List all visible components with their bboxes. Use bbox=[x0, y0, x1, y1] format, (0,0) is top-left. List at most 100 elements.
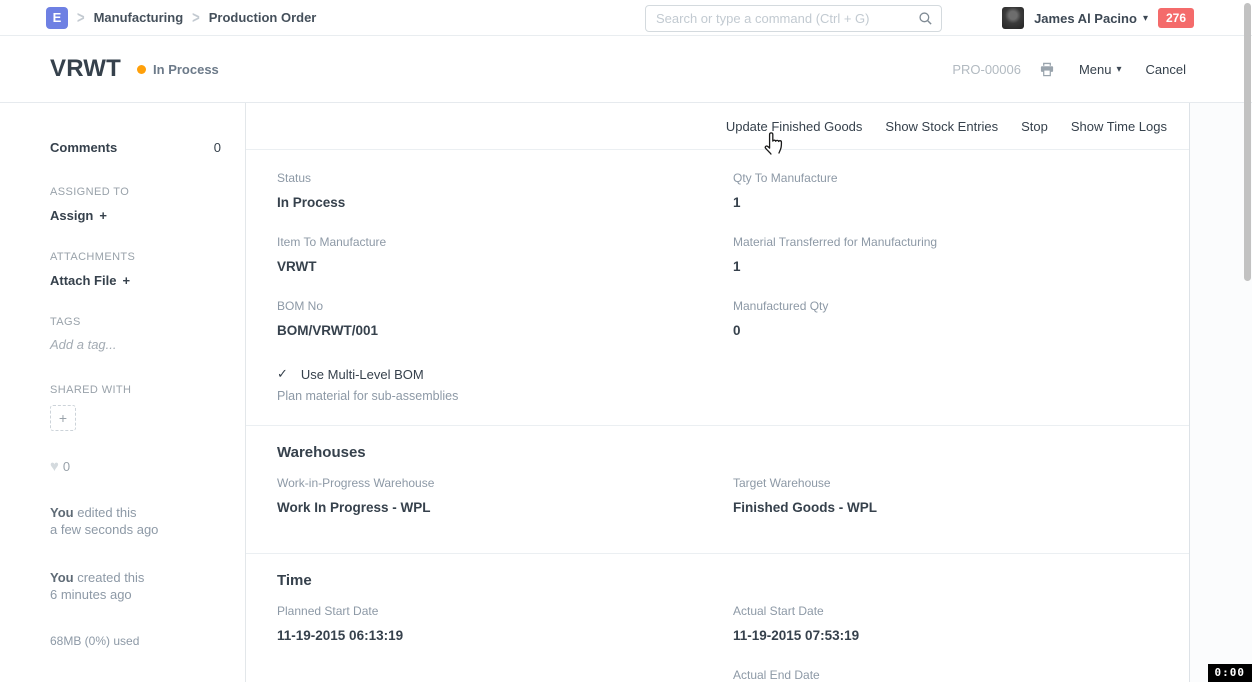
field-use-multi-level-bom: ✓ Use Multi-Level BOM Plan material for … bbox=[277, 366, 733, 425]
field-label: Work-in-Progress Warehouse bbox=[277, 475, 733, 492]
field-value: Work In Progress - WPL bbox=[277, 498, 733, 517]
stop-button[interactable]: Stop bbox=[1021, 119, 1048, 134]
field-label: Planned Start Date bbox=[277, 603, 733, 620]
created-note: You created this 6 minutes ago bbox=[50, 569, 221, 603]
field-value: VRWT bbox=[277, 257, 733, 276]
edited-note: You edited this a few seconds ago bbox=[50, 504, 221, 538]
status-dot-icon bbox=[137, 65, 146, 74]
field-label: Material Transferred for Manufacturing bbox=[733, 234, 1174, 251]
field-value: 11-19-2015 07:53:19 bbox=[733, 626, 1174, 645]
section-main: Status In Process Qty To Manufacture 1 I… bbox=[246, 150, 1189, 425]
vertical-scrollbar[interactable] bbox=[1244, 3, 1251, 281]
field-value: 0 bbox=[733, 321, 1174, 340]
form-actions: Update Finished Goods Show Stock Entries… bbox=[246, 103, 1189, 150]
breadcrumb-production-order[interactable]: Production Order bbox=[209, 10, 317, 25]
field-label: Actual Start Date bbox=[733, 603, 1174, 620]
breadcrumb-chevron-icon: > bbox=[77, 8, 85, 27]
notifications-badge[interactable]: 276 bbox=[1158, 8, 1194, 28]
tags-heading: TAGS bbox=[50, 316, 221, 328]
show-time-logs-button[interactable]: Show Time Logs bbox=[1071, 119, 1167, 134]
update-finished-goods-button[interactable]: Update Finished Goods bbox=[726, 119, 863, 134]
checkmark-icon: ✓ bbox=[277, 366, 288, 382]
field-value: BOM/VRWT/001 bbox=[277, 321, 733, 340]
navbar-user-area: James Al Pacino ▾ 276 bbox=[1002, 0, 1194, 36]
field-actual-end-date: Actual End Date bbox=[733, 667, 1174, 682]
created-when: 6 minutes ago bbox=[50, 587, 132, 602]
status-badge: In Process bbox=[137, 62, 219, 77]
attachments-heading: ATTACHMENTS bbox=[50, 251, 221, 263]
status-text: In Process bbox=[153, 62, 219, 77]
production-order-screen: E > Manufacturing > Production Order Jam… bbox=[0, 0, 1252, 682]
breadcrumb-manufacturing[interactable]: Manufacturing bbox=[94, 10, 184, 25]
field-value: Finished Goods - WPL bbox=[733, 498, 1174, 517]
assign-button[interactable]: Assign+ bbox=[50, 208, 107, 223]
search-input[interactable] bbox=[645, 5, 942, 32]
multi-level-bom-checkbox[interactable]: ✓ Use Multi-Level BOM bbox=[277, 366, 733, 382]
field-manufactured-qty: Manufactured Qty 0 bbox=[733, 298, 1174, 340]
field-value: 11-19-2015 06:13:19 bbox=[277, 626, 733, 645]
page-title: VRWT bbox=[50, 55, 121, 83]
field-planned-start-date: Planned Start Date 11-19-2015 06:13:19 bbox=[277, 603, 733, 682]
time-heading: Time bbox=[277, 572, 1174, 589]
app-logo[interactable]: E bbox=[46, 7, 68, 29]
field-label: Manufactured Qty bbox=[733, 298, 1174, 315]
like-button[interactable]: ♥ 0 bbox=[50, 458, 221, 475]
cancel-button[interactable]: Cancel bbox=[1146, 62, 1186, 77]
print-icon[interactable] bbox=[1039, 62, 1055, 77]
menu-button[interactable]: Menu ▾ bbox=[1079, 62, 1122, 77]
caret-down-icon: ▾ bbox=[1117, 64, 1122, 75]
plus-icon: + bbox=[99, 208, 107, 223]
add-tag-input[interactable]: Add a tag... bbox=[50, 337, 221, 352]
section-warehouses: Warehouses Work-in-Progress Warehouse Wo… bbox=[246, 425, 1189, 553]
plus-icon: + bbox=[122, 273, 130, 288]
menu-button-label: Menu bbox=[1079, 62, 1112, 77]
top-navbar: E > Manufacturing > Production Order Jam… bbox=[0, 0, 1252, 36]
search-icon bbox=[918, 11, 933, 31]
field-value: 1 bbox=[733, 193, 1174, 212]
edited-when: a few seconds ago bbox=[50, 522, 158, 537]
field-actual-start-date: Actual Start Date 11-19-2015 07:53:19 bbox=[733, 603, 1174, 645]
sidebar-item-comments[interactable]: Comments 0 bbox=[50, 140, 221, 155]
field-bom-no: BOM No BOM/VRWT/001 bbox=[277, 298, 733, 340]
field-material-transferred: Material Transferred for Manufacturing 1 bbox=[733, 234, 1174, 276]
field-wip-warehouse: Work-in-Progress Warehouse Work In Progr… bbox=[277, 475, 733, 517]
edited-action: edited this bbox=[77, 505, 136, 520]
shared-with-heading: SHARED WITH bbox=[50, 384, 221, 396]
attach-file-label: Attach File bbox=[50, 273, 116, 288]
warehouses-heading: Warehouses bbox=[277, 444, 1174, 461]
avatar[interactable] bbox=[1002, 7, 1024, 29]
right-gutter bbox=[1190, 103, 1252, 682]
breadcrumb: E > Manufacturing > Production Order bbox=[46, 7, 316, 29]
show-stock-entries-button[interactable]: Show Stock Entries bbox=[885, 119, 998, 134]
page-head: VRWT In Process PRO-00006 Menu ▾ Cancel bbox=[0, 36, 1252, 103]
field-value: 1 bbox=[733, 257, 1174, 276]
user-menu[interactable]: James Al Pacino ▾ bbox=[1034, 11, 1148, 26]
field-item-to-manufacture: Item To Manufacture VRWT bbox=[277, 234, 733, 276]
section-time: Time Planned Start Date 11-19-2015 06:13… bbox=[246, 553, 1189, 682]
field-label: Item To Manufacture bbox=[277, 234, 733, 251]
document-name: PRO-00006 bbox=[952, 62, 1021, 77]
field-status: Status In Process bbox=[277, 170, 733, 212]
field-label: Status bbox=[277, 170, 733, 187]
form-area: Update Finished Goods Show Stock Entries… bbox=[246, 103, 1190, 682]
field-label: BOM No bbox=[277, 298, 733, 315]
breadcrumb-chevron-icon: > bbox=[192, 8, 200, 27]
field-label: Target Warehouse bbox=[733, 475, 1174, 492]
field-label: Qty To Manufacture bbox=[733, 170, 1174, 187]
field-value: In Process bbox=[277, 193, 733, 212]
comments-label: Comments bbox=[50, 140, 117, 155]
like-count: 0 bbox=[63, 459, 70, 474]
field-label: Actual End Date bbox=[733, 667, 1174, 682]
form-sidebar: Comments 0 ASSIGNED TO Assign+ ATTACHMEN… bbox=[0, 103, 246, 682]
add-share-button[interactable]: + bbox=[50, 405, 76, 431]
attach-file-button[interactable]: Attach File + bbox=[50, 273, 130, 288]
checkbox-description: Plan material for sub-assemblies bbox=[277, 389, 733, 403]
created-action: created this bbox=[77, 570, 144, 585]
field-target-warehouse: Target Warehouse Finished Goods - WPL bbox=[733, 475, 1174, 517]
caret-down-icon: ▾ bbox=[1143, 13, 1148, 24]
created-who: You bbox=[50, 570, 74, 585]
field-qty-to-manufacture: Qty To Manufacture 1 bbox=[733, 170, 1174, 212]
content: Comments 0 ASSIGNED TO Assign+ ATTACHMEN… bbox=[0, 103, 1252, 682]
comments-count: 0 bbox=[214, 140, 221, 155]
checkbox-label: Use Multi-Level BOM bbox=[301, 367, 424, 382]
